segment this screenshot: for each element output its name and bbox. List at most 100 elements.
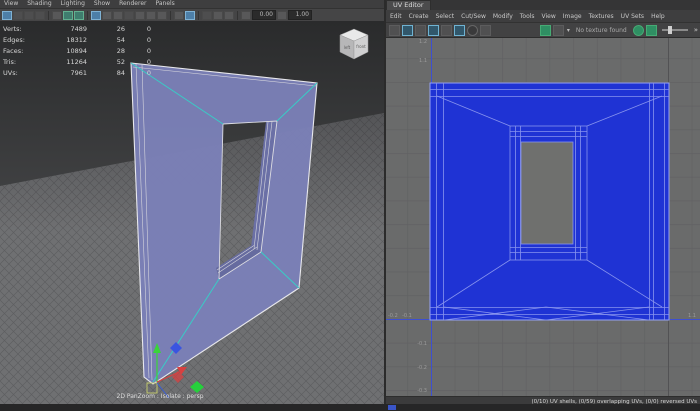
menu-renderer[interactable]: Renderer xyxy=(119,0,146,8)
ambient-occlusion-icon[interactable] xyxy=(146,11,156,20)
toolbar-separator xyxy=(237,11,238,20)
menu-lighting[interactable]: Lighting xyxy=(61,0,85,8)
checkerboard-tiles-icon[interactable] xyxy=(454,25,465,36)
gamma-field[interactable]: 1.00 xyxy=(288,10,312,20)
hud-other: 0 xyxy=(125,69,151,77)
camera-label: 2D PanZoom : Isolate : persp xyxy=(70,393,250,400)
lock-camera-icon[interactable] xyxy=(13,11,23,20)
hud-other: 0 xyxy=(125,36,151,44)
all-lights-icon[interactable] xyxy=(124,11,134,20)
uv-borders-icon[interactable] xyxy=(441,25,452,36)
exposure-icon[interactable] xyxy=(241,11,251,20)
hud-label: Edges: xyxy=(3,36,35,44)
hud-row-verts: Verts: 7489 26 0 xyxy=(3,23,155,34)
viewport-canvas[interactable]: left front xyxy=(0,21,384,404)
hud-row-uvs: UVs: 7961 84 0 xyxy=(3,67,155,78)
uv-symmetry-icon[interactable] xyxy=(415,25,426,36)
uv-menu-uvsets[interactable]: UV Sets xyxy=(621,13,644,20)
uv-editor-tabbar: UV Editor xyxy=(386,0,700,10)
xray-joints-icon[interactable] xyxy=(213,11,223,20)
hud-label: UVs: xyxy=(3,69,35,77)
move-uv-shell-icon[interactable] xyxy=(402,25,413,36)
uv-distortion-icon[interactable] xyxy=(467,25,478,36)
uv-menu-cutsew[interactable]: Cut/Sew xyxy=(461,13,486,20)
u-tick-label: -0.2 xyxy=(388,313,398,319)
image-brightness-slider[interactable] xyxy=(662,29,688,31)
v-tick-label: 1.1 xyxy=(419,58,427,64)
pan-zoom-icon[interactable] xyxy=(63,11,73,20)
hud-selected: 28 xyxy=(87,47,125,55)
textured-mode-icon[interactable] xyxy=(113,11,123,20)
v-tick-label: -0.1 xyxy=(417,341,427,347)
slider-handle[interactable] xyxy=(668,26,672,34)
hud-selected: 54 xyxy=(87,36,125,44)
hud-label: Tris: xyxy=(3,58,35,66)
helpline-chip xyxy=(388,405,396,410)
camera-attributes-icon[interactable] xyxy=(24,11,34,20)
uv-menu-modify[interactable]: Modify xyxy=(493,13,513,20)
texture-status: No texture found xyxy=(576,27,627,34)
shaded-mode-icon[interactable] xyxy=(102,11,112,20)
texture-pattern-icon[interactable] xyxy=(553,25,564,36)
menu-show[interactable]: Show xyxy=(94,0,110,8)
v-tick-label: 1.2 xyxy=(419,39,427,45)
hud-other: 0 xyxy=(125,25,151,33)
uv-lattice-tool-icon[interactable] xyxy=(389,25,400,36)
wireframe-mode-icon[interactable] xyxy=(91,11,101,20)
resolution-gate-icon[interactable] xyxy=(224,11,234,20)
hud-selected: 26 xyxy=(87,25,125,33)
hud-row-tris: Tris: 11264 52 0 xyxy=(3,56,155,67)
menu-view[interactable]: View xyxy=(4,0,18,8)
hud-selected: 52 xyxy=(87,58,125,66)
perspective-viewport[interactable]: left front Verts: 7489 26 0 Edges: 18312… xyxy=(0,21,384,404)
shaded-uv-display-icon[interactable] xyxy=(428,25,439,36)
uv-menu-tools[interactable]: Tools xyxy=(520,13,535,20)
exposure-field[interactable]: 0.00 xyxy=(252,10,276,20)
isolate-select-icon[interactable] xyxy=(185,11,195,20)
select-camera-icon[interactable] xyxy=(2,11,12,20)
hud-other: 0 xyxy=(125,58,151,66)
gamma-icon[interactable] xyxy=(277,11,287,20)
grease-pencil-icon[interactable] xyxy=(74,11,84,20)
menu-panels[interactable]: Panels xyxy=(155,0,174,8)
uv-menu-edit[interactable]: Edit xyxy=(390,13,402,20)
toolbar-separator xyxy=(198,11,199,20)
shadows-icon[interactable] xyxy=(135,11,145,20)
hud-count: 10894 xyxy=(35,47,87,55)
uv-shell[interactable] xyxy=(430,83,669,320)
uv-editor-toolbar: ▾ No texture found » xyxy=(386,23,700,38)
hud-count: 7961 xyxy=(35,69,87,77)
uv-editor-tab[interactable]: UV Editor xyxy=(386,0,431,10)
uv-menu-select[interactable]: Select xyxy=(436,13,455,20)
uv-view-wrap: 1.2 1.1 -0.1 -0.2 -0.3 -0.2 -0.1 1.1 (0/… xyxy=(386,38,700,406)
uv-editor-menubar: Edit Create Select Cut/Sew Modify Tools … xyxy=(386,10,700,23)
v-tick-label: -0.3 xyxy=(417,388,427,394)
pattern-dropdown-caret-icon[interactable]: ▾ xyxy=(567,27,570,34)
uv-menu-textures[interactable]: Textures xyxy=(589,13,614,20)
maya-window: View Shading Lighting Show Renderer Pane… xyxy=(0,0,700,411)
update-psd-icon[interactable] xyxy=(646,25,657,36)
uv-menu-help[interactable]: Help xyxy=(651,13,665,20)
xray-icon[interactable] xyxy=(202,11,212,20)
save-texture-icon[interactable] xyxy=(540,25,551,36)
plate-icon[interactable] xyxy=(174,11,184,20)
motion-blur-icon[interactable] xyxy=(157,11,167,20)
uv-snapshot-icon[interactable] xyxy=(480,25,491,36)
exposure-toggle-icon[interactable] xyxy=(633,25,644,36)
menu-shading[interactable]: Shading xyxy=(27,0,51,8)
view-cube-front-label[interactable]: front xyxy=(356,44,366,49)
image-plane-icon[interactable] xyxy=(52,11,62,20)
hud-label: Faces: xyxy=(3,47,35,55)
view-cube-left-label[interactable]: left xyxy=(344,45,351,50)
uv-canvas[interactable]: 1.2 1.1 -0.1 -0.2 -0.3 -0.2 -0.1 1.1 xyxy=(386,38,700,396)
viewport-menubar: View Shading Lighting Show Renderer Pane… xyxy=(0,0,384,9)
bookmark-icon[interactable] xyxy=(35,11,45,20)
uv-menu-view[interactable]: View xyxy=(542,13,556,20)
uv-menu-image[interactable]: Image xyxy=(563,13,582,20)
hud-count: 7489 xyxy=(35,25,87,33)
u-tick-label: 1.1 xyxy=(688,313,696,319)
v-tick-label: -0.2 xyxy=(417,365,427,371)
toolbar-expand-icon[interactable]: » xyxy=(694,26,697,34)
hud-count: 18312 xyxy=(35,36,87,44)
uv-menu-create[interactable]: Create xyxy=(409,13,429,20)
